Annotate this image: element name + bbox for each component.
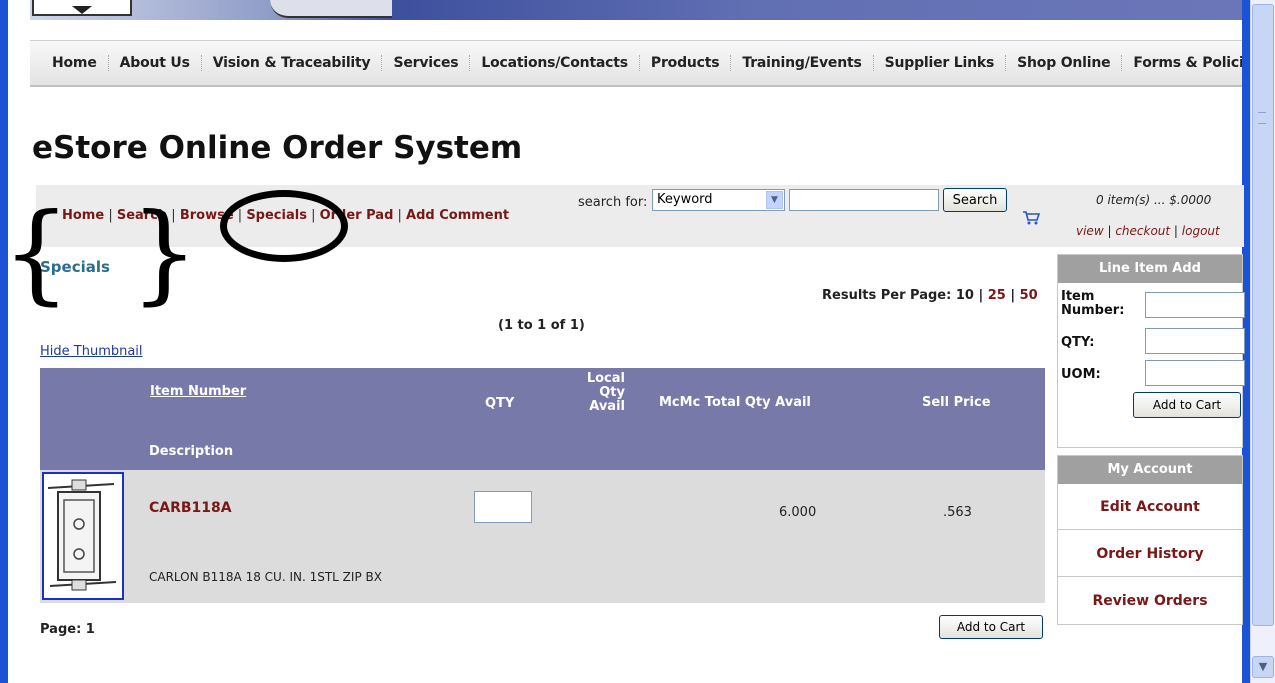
line-item-number-input[interactable] (1145, 292, 1245, 318)
sell-price-value: .563 (943, 505, 972, 520)
scrollbar-grip-icon (1258, 112, 1266, 124)
cart-logout-link[interactable]: logout (1182, 224, 1220, 238)
nav-locations-contacts[interactable]: Locations/Contacts (470, 55, 640, 71)
nav-supplier-links[interactable]: Supplier Links (874, 55, 1007, 71)
results-25-link[interactable]: 25 (988, 288, 1006, 303)
local-qty-avail-header-line3: Avail (589, 399, 625, 414)
nav-shop-online[interactable]: Shop Online (1006, 55, 1123, 71)
add-to-cart-button[interactable]: Add to Cart (939, 615, 1043, 639)
hide-thumbnail-link[interactable]: Hide Thumbnail (40, 344, 143, 359)
my-account-heading: My Account (1058, 456, 1242, 484)
description-header: Description (149, 444, 234, 459)
down-arrow-icon (72, 6, 92, 14)
nav-vision-traceability[interactable]: Vision & Traceability (202, 55, 383, 71)
annotation-left-brace: { (2, 191, 71, 316)
annotation-right-brace: } (130, 191, 199, 316)
scrollbar-thumb[interactable] (1252, 4, 1274, 626)
search-button[interactable]: Search (943, 188, 1007, 212)
review-orders-link[interactable]: Review Orders (1057, 578, 1243, 624)
cart-view-link[interactable]: view (1076, 224, 1104, 238)
line-item-add-heading: Line Item Add (1058, 255, 1242, 283)
site-banner (30, 0, 1242, 20)
results-per-page-label: Results Per Page: 10 | (822, 288, 984, 303)
result-count: (1 to 1 of 1) (498, 318, 585, 333)
window-left-border (0, 0, 8, 683)
local-qty-avail-header: Local Qty Avail (581, 372, 625, 414)
search-type-value: Keyword (657, 192, 713, 207)
item-number-label: Item Number: (1061, 290, 1124, 318)
results-separator: | (1010, 288, 1016, 303)
cart-links: view | checkout | logout (1076, 224, 1220, 238)
nav-forms-policies[interactable]: Forms & Policie (1122, 55, 1242, 71)
total-qty-value: 6.000 (779, 505, 817, 520)
page-indicator: Page: 1 (40, 622, 95, 637)
menu-separator: | (104, 208, 117, 223)
item-number-label-line2: Number: (1061, 303, 1125, 318)
local-qty-avail-header-line2: Qty (599, 385, 625, 400)
chevron-down-icon[interactable]: ▼ (766, 191, 783, 209)
uom-label: UOM: (1061, 367, 1101, 382)
results-50-link[interactable]: 50 (1020, 288, 1038, 303)
product-thumbnail[interactable] (42, 472, 124, 600)
item-description: CARLON B118A 18 CU. IN. 1STL ZIP BX (149, 570, 382, 584)
edit-account-link[interactable]: Edit Account (1057, 484, 1243, 530)
line-qty-input[interactable] (1145, 328, 1245, 354)
menu-add-comment[interactable]: Add Comment (406, 208, 509, 223)
total-qty-header: McMc Total Qty Avail (659, 395, 811, 410)
quantity-input[interactable] (474, 491, 532, 523)
table-header: Item Number QTY Local Qty Avail McMc Tot… (40, 368, 1045, 470)
scroll-down-arrow-icon[interactable]: ▼ (1252, 656, 1274, 678)
cart-checkout-link[interactable]: checkout (1115, 224, 1170, 238)
nav-home[interactable]: Home (30, 55, 109, 71)
item-number-header[interactable]: Item Number (150, 384, 246, 399)
line-add-to-cart-button[interactable]: Add to Cart (1133, 392, 1241, 418)
order-history-link[interactable]: Order History (1057, 531, 1243, 577)
banner-badge (270, 0, 392, 18)
local-qty-avail-header-line1: Local (586, 371, 625, 386)
nav-services[interactable]: Services (382, 55, 471, 71)
cart-summary: 0 item(s) ... $.0000 (1096, 193, 1212, 207)
main-navigation: Home About Us Vision & Traceability Serv… (30, 40, 1242, 87)
nav-training-events[interactable]: Training/Events (731, 55, 874, 71)
electrical-box-image (47, 479, 117, 591)
menu-separator: | (393, 208, 407, 223)
line-uom-input[interactable] (1145, 360, 1245, 386)
sell-price-header: Sell Price (922, 395, 991, 410)
qty-header: QTY (485, 396, 515, 411)
qty-label: QTY: (1061, 335, 1095, 350)
item-number-label-line1: Item (1061, 289, 1095, 304)
search-label: search for: (578, 195, 648, 210)
search-input[interactable] (789, 189, 939, 211)
nav-products[interactable]: Products (640, 55, 732, 71)
shopping-cart-icon[interactable] (1022, 210, 1040, 226)
page-title: eStore Online Order System (32, 130, 523, 166)
results-per-page: Results Per Page: 10 | 25 | 50 (822, 288, 1038, 303)
item-number-link[interactable]: CARB118A (149, 500, 232, 516)
annotation-circle (220, 190, 348, 262)
nav-about-us[interactable]: About Us (109, 55, 202, 71)
search-type-select[interactable]: Keyword ▼ (652, 189, 785, 211)
